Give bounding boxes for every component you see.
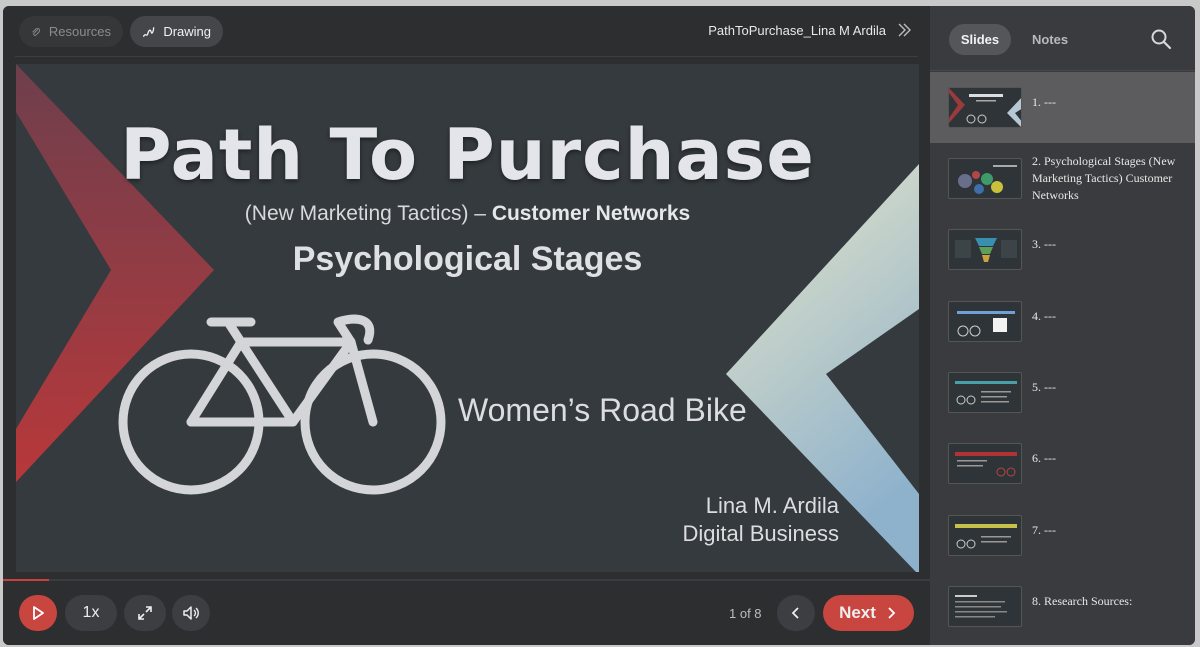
paperclip-icon — [32, 27, 41, 36]
page-indicator: 1 of 8 — [729, 606, 762, 621]
speaker-icon — [183, 606, 199, 620]
volume-button[interactable] — [172, 595, 210, 631]
sidebar-divider — [930, 70, 1195, 71]
slide-thumb-item[interactable]: 5. --- — [930, 357, 1195, 428]
slide-thumbnail — [948, 586, 1022, 627]
slide-thumb-label: 1. --- — [1032, 95, 1056, 109]
slide-subtitle-2: Psychological Stages — [292, 240, 643, 278]
next-button[interactable]: Next — [823, 595, 914, 631]
slide-thumbnail — [948, 515, 1022, 556]
slide-thumb-item[interactable]: 8. Research Sources: — [930, 571, 1195, 642]
slide-thumb-label: 3. --- — [1032, 237, 1056, 251]
search-icon[interactable] — [1150, 28, 1172, 50]
slide-thumb-label: 2. Psychological Stages (New Marketing T… — [1032, 154, 1176, 202]
topbar-divider — [15, 56, 918, 57]
author-name: Lina M. Ardila — [705, 493, 839, 518]
drawing-button[interactable]: Drawing — [130, 16, 223, 47]
slide-thumb-item[interactable]: 2. Psychological Stages (New Marketing T… — [930, 143, 1195, 214]
slide-thumbnail — [948, 372, 1022, 413]
deck-title: PathToPurchase_Lina M Ardila — [708, 23, 886, 38]
slide-subtitle-bold: Customer Networks — [491, 202, 691, 225]
slide-thumbnail — [948, 301, 1022, 342]
slide-thumb-label: 4. --- — [1032, 309, 1056, 323]
player-area: Resources Drawing PathToPurchase_Lina M … — [3, 6, 930, 645]
slide-thumb-label: 6. --- — [1032, 451, 1056, 465]
play-icon — [33, 606, 44, 620]
resources-button[interactable]: Resources — [19, 16, 123, 47]
bicycle-icon — [118, 314, 446, 495]
bike-label: Women’s Road Bike — [458, 392, 747, 428]
slide-thumb-item[interactable]: 4. --- — [930, 286, 1195, 357]
fullscreen-button[interactable] — [124, 595, 166, 631]
squiggle-icon — [142, 26, 155, 37]
slide-thumb-label: 8. Research Sources: — [1032, 594, 1133, 608]
slide-subtitle: (New Marketing Tactics) – Customer Netwo… — [16, 202, 919, 226]
slide-thumb-item[interactable]: 6. --- — [930, 428, 1195, 499]
slide-thumb-label: 5. --- — [1032, 380, 1056, 394]
drawing-label: Drawing — [163, 24, 211, 39]
chevron-right-icon — [888, 607, 896, 619]
double-chevron-right-icon[interactable] — [896, 22, 912, 38]
top-bar: Resources Drawing PathToPurchase_Lina M … — [3, 6, 930, 56]
slide-thumb-item[interactable]: 1. --- — [930, 72, 1195, 143]
slide-thumbnail — [948, 229, 1022, 270]
expand-icon — [138, 606, 152, 620]
author-dept: Digital Business — [682, 521, 839, 546]
chevron-left-icon — [791, 607, 799, 619]
slide-thumb-item[interactable]: 3. --- — [930, 214, 1195, 285]
prev-button[interactable] — [777, 595, 815, 631]
slide-subtitle-plain: (New Marketing Tactics) – — [244, 202, 492, 225]
slide-title: Path To Purchase — [120, 114, 815, 196]
tab-slides[interactable]: Slides — [949, 24, 1011, 55]
slide-thumbnail — [948, 158, 1022, 199]
resources-label: Resources — [48, 24, 111, 39]
progress-fill — [3, 579, 49, 581]
slide-thumbnail — [948, 443, 1022, 484]
slide-thumb-label: 7. --- — [1032, 523, 1056, 537]
tab-notes[interactable]: Notes — [1018, 24, 1082, 55]
slides-sidebar: Slides Notes 1. --- 2. Psychological Sta… — [930, 6, 1195, 645]
progress-bar[interactable] — [3, 579, 930, 581]
app-window: Resources Drawing PathToPurchase_Lina M … — [3, 6, 1195, 645]
slide-canvas: Path To Purchase (New Marketing Tactics)… — [16, 64, 919, 572]
slide-thumb-item[interactable]: 7. --- — [930, 500, 1195, 571]
speed-button[interactable]: 1x — [65, 595, 117, 631]
slide-thumbnail — [948, 87, 1022, 128]
next-label: Next — [839, 603, 876, 622]
play-button[interactable] — [19, 595, 57, 631]
author-block: Lina M. Ardila Digital Business — [682, 492, 839, 548]
